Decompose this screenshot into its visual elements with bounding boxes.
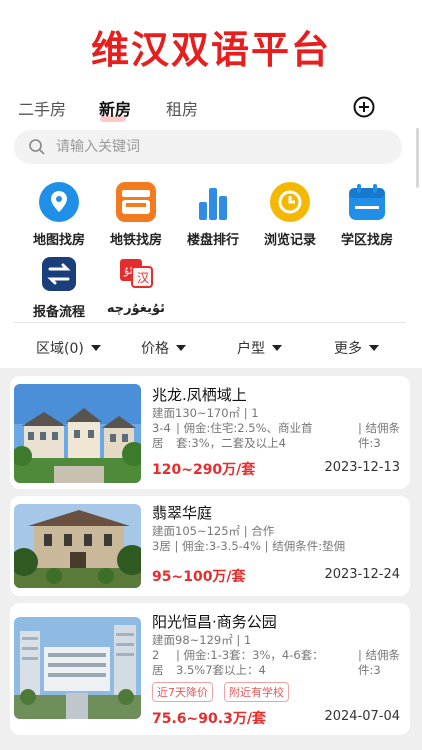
listing-area: 建面130~170㎡ | 1	[152, 406, 259, 420]
divider	[14, 322, 406, 323]
scrollbar[interactable]	[416, 128, 419, 188]
caret-down-icon	[272, 345, 282, 351]
listing-area: 建面98~129㎡ | 1	[152, 633, 252, 647]
filter-price[interactable]: 价格	[141, 338, 186, 358]
listing-image	[14, 617, 141, 719]
filter-label: 价格	[141, 341, 169, 357]
menu-school-district[interactable]: 学区找房	[327, 182, 407, 248]
filter-bar: 区域(0) 价格 户型 更多	[0, 330, 422, 364]
filter-label: 更多	[334, 341, 362, 357]
search-input[interactable]	[56, 139, 356, 155]
tab-rental[interactable]: 租房	[166, 96, 198, 120]
listing-price: 75.6~90.3万/套	[152, 711, 266, 727]
listing-card[interactable]: 兆龙.凤栖域上 建面130~170㎡ | 1 3-4 居 | 佣金:住宅:2.5…	[10, 376, 410, 489]
map-pin-icon	[39, 182, 79, 222]
listing-list: 兆龙.凤栖域上 建面130~170㎡ | 1 3-4 居 | 佣金:住宅:2.5…	[0, 368, 422, 750]
listing-area: 建面105~125㎡ | 合作	[152, 524, 275, 538]
menu-uyghur-language[interactable]: 汉 ئۇ ئۇيغۇرچە	[96, 254, 176, 316]
add-circle-icon[interactable]	[353, 96, 375, 118]
listing-rooms: 3-4 居	[152, 421, 171, 450]
menu-label: 楼盘排行	[186, 233, 239, 248]
listing-image	[14, 504, 141, 588]
menu-label: 报备流程	[32, 305, 85, 320]
search-bar[interactable]	[14, 130, 402, 164]
listing-settlement: | 结佣条 件:3	[358, 648, 401, 677]
caret-down-icon	[369, 345, 379, 351]
listing-image	[14, 384, 141, 483]
listing-title: 阳光恒昌·商务公园	[152, 613, 277, 631]
tab-new-homes[interactable]: 新房	[99, 96, 131, 120]
caret-down-icon	[176, 345, 186, 351]
clock-icon	[270, 182, 310, 222]
filter-label: 区域(0)	[36, 341, 84, 357]
menu-filing-process[interactable]: 报备流程	[19, 254, 99, 320]
calendar-icon	[347, 182, 387, 222]
menu-browse-history[interactable]: 浏览记录	[250, 182, 330, 248]
menu-label: 学区找房	[340, 233, 393, 248]
metro-icon	[116, 182, 156, 222]
listing-card[interactable]: 翡翠华庭 建面105~125㎡ | 合作 3居 | 佣金:3-3.5-4% | …	[10, 496, 410, 596]
banner-title: 维汉双语平台	[90, 27, 331, 72]
listing-settlement: | 结佣条 件:3	[358, 421, 401, 450]
listing-commission: | 佣金:1-3套：3%，4-6套： 3.5%7套以上：4	[176, 648, 324, 677]
language-icon: 汉 ئۇ	[116, 254, 156, 294]
menu-label: 地图找房	[32, 233, 85, 248]
tab-second-hand[interactable]: 二手房	[18, 96, 66, 120]
listing-date: 2023-12-24	[324, 567, 400, 582]
listing-commission: | 佣金:住宅:2.5%、商业首 套:3%，二套及以上4	[176, 421, 313, 450]
search-icon	[29, 139, 45, 155]
listing-title: 兆龙.凤栖域上	[152, 386, 247, 404]
filter-region[interactable]: 区域(0)	[36, 338, 101, 358]
caret-down-icon	[90, 345, 101, 351]
tag-near-school: 附近有学校	[224, 682, 289, 702]
bar-chart-icon	[193, 182, 233, 222]
filter-more[interactable]: 更多	[334, 338, 379, 358]
listing-price: 120~290万/套	[152, 462, 256, 478]
svg-text:汉: 汉	[137, 271, 149, 285]
listing-price: 95~100万/套	[152, 569, 246, 585]
menu-metro-search[interactable]: 地铁找房	[96, 182, 176, 248]
tag-price-drop: 近7天降价	[152, 682, 213, 702]
listing-title: 翡翠华庭	[152, 504, 213, 522]
menu-label: ئۇيغۇرچە	[106, 301, 166, 316]
svg-text:ئۇ: ئۇ	[123, 264, 133, 277]
menu-building-ranking[interactable]: 楼盘排行	[173, 182, 253, 248]
exchange-icon	[39, 254, 79, 294]
app-banner: 维汉双语平台	[0, 0, 422, 92]
menu-label: 浏览记录	[263, 233, 316, 248]
listing-details: 3居 | 佣金:3-3.5-4% | 结佣条件:垫佣	[152, 539, 346, 553]
listing-date: 2024-07-04	[324, 709, 400, 724]
menu-map-search[interactable]: 地图找房	[19, 182, 99, 248]
filter-layout[interactable]: 户型	[237, 338, 282, 358]
menu-label: 地铁找房	[109, 233, 162, 248]
listing-rooms: 2 居	[152, 648, 164, 677]
listing-card[interactable]: 阳光恒昌·商务公园 建面98~129㎡ | 1 2 居 | 佣金:1-3套：3%…	[10, 603, 410, 735]
filter-label: 户型	[237, 341, 265, 357]
listing-date: 2023-12-13	[324, 460, 400, 475]
